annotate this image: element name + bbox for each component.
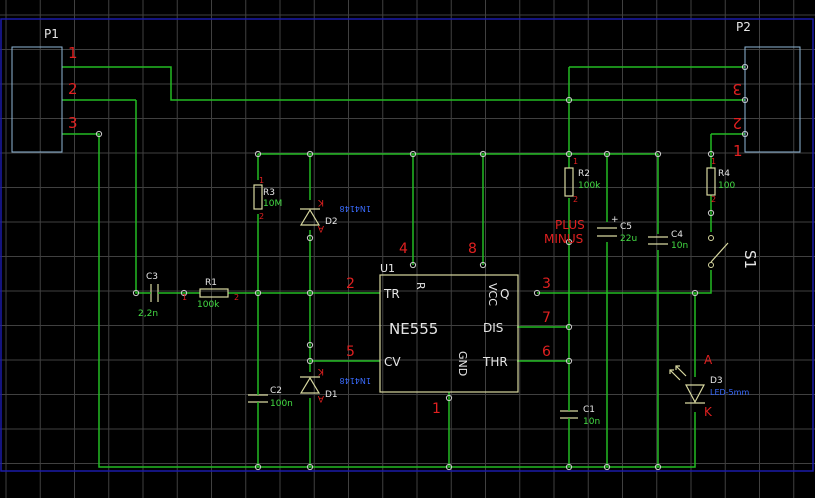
p2-designator: P2 bbox=[736, 20, 751, 34]
net-label-plus: PLUS bbox=[555, 218, 585, 232]
d1-cathode: K bbox=[317, 366, 324, 376]
pin-label-thr: THR bbox=[482, 355, 508, 369]
r1-pin-2: 2 bbox=[234, 293, 239, 302]
resistor-r4[interactable]: R4 100 1 2 bbox=[706, 157, 735, 204]
c1-designator: C1 bbox=[583, 405, 595, 415]
pin-label-vcc: VCC bbox=[486, 283, 499, 306]
r2-pin-2: 2 bbox=[573, 195, 578, 204]
d1-anode: A bbox=[317, 393, 324, 403]
c4-designator: C4 bbox=[671, 230, 683, 240]
p2-pin-1: 1 bbox=[733, 142, 743, 160]
capacitor-c5[interactable]: + C5 22u bbox=[597, 215, 637, 244]
pin-number-dis: 7 bbox=[542, 310, 551, 326]
diode-d2[interactable]: K A D2 1N4148 bbox=[299, 197, 371, 233]
schematic-canvas[interactable]: P1 1 2 3 P2 3 2 1 U1 NE555 TR R VCC Q DI… bbox=[0, 0, 815, 498]
resistor-r1[interactable]: R1 100k 1 2 bbox=[182, 278, 239, 310]
c5-value: 22u bbox=[620, 234, 637, 244]
d3-cathode: K bbox=[704, 405, 713, 419]
r3-value: 10M bbox=[263, 199, 282, 209]
c3-value: 2,2n bbox=[138, 309, 158, 319]
p2-pin-3: 3 bbox=[732, 80, 742, 98]
s1-designator: S1 bbox=[741, 250, 759, 269]
d3-value: LED-5mm bbox=[710, 388, 749, 397]
pin-number-q: 3 bbox=[542, 276, 551, 292]
d2-value: 1N4148 bbox=[340, 204, 371, 213]
capacitor-c2[interactable]: C2 100n bbox=[248, 386, 293, 409]
resistor-r3[interactable]: R3 10M 1 2 bbox=[253, 176, 282, 221]
r2-value: 100k bbox=[578, 181, 601, 191]
r3-pin-1: 1 bbox=[259, 176, 264, 185]
schematic-svg: P1 1 2 3 P2 3 2 1 U1 NE555 TR R VCC Q DI… bbox=[0, 0, 815, 498]
p1-pin-1: 1 bbox=[68, 44, 78, 62]
p1-pin-3: 3 bbox=[68, 114, 78, 132]
r4-pin-2: 2 bbox=[711, 195, 716, 204]
connector-p2[interactable]: P2 3 2 1 bbox=[732, 20, 801, 160]
r1-value: 100k bbox=[197, 300, 220, 310]
c2-value: 100n bbox=[270, 399, 293, 409]
capacitor-c1[interactable]: C1 10n bbox=[560, 402, 600, 427]
pin-label-tr: TR bbox=[383, 287, 400, 301]
r2-pin-1: 1 bbox=[573, 157, 578, 166]
p1-pin-2: 2 bbox=[68, 80, 78, 98]
d1-value: 1N4148 bbox=[340, 376, 371, 385]
u1-name: NE555 bbox=[389, 320, 438, 338]
r3-pin-2: 2 bbox=[259, 212, 264, 221]
r1-designator: R1 bbox=[205, 278, 217, 288]
pin-number-cv: 5 bbox=[346, 344, 355, 360]
pin-label-dis: DIS bbox=[483, 321, 503, 335]
wires bbox=[62, 66, 745, 468]
c1-value: 10n bbox=[583, 417, 600, 427]
r3-designator: R3 bbox=[263, 188, 275, 198]
u1-designator: U1 bbox=[380, 262, 395, 275]
d2-cathode: K bbox=[317, 197, 324, 207]
p2-pin-2: 2 bbox=[732, 114, 742, 132]
d3-designator: D3 bbox=[710, 376, 723, 386]
c5-designator: C5 bbox=[620, 222, 632, 232]
d2-designator: D2 bbox=[325, 217, 338, 227]
pin-number-gnd: 1 bbox=[432, 401, 441, 417]
pin-number-tr: 2 bbox=[346, 276, 355, 292]
junctions bbox=[95, 63, 749, 471]
r4-value: 100 bbox=[718, 181, 735, 191]
d3-anode: A bbox=[704, 353, 713, 367]
d1-designator: D1 bbox=[325, 390, 338, 400]
r1-pin-1: 1 bbox=[182, 293, 187, 302]
led-d3[interactable]: A K D3 LED-5mm bbox=[669, 353, 749, 419]
c5-plus: + bbox=[611, 215, 619, 225]
pin-label-cv: CV bbox=[384, 355, 401, 369]
net-label-minus: MINUS bbox=[544, 232, 583, 246]
capacitor-c3[interactable]: C3 2,2n bbox=[138, 272, 165, 319]
pin-number-thr: 6 bbox=[542, 344, 551, 360]
r4-designator: R4 bbox=[718, 169, 730, 179]
pin-label-r: R bbox=[414, 282, 427, 290]
pin-label-q: Q bbox=[500, 287, 509, 301]
p1-designator: P1 bbox=[44, 27, 59, 41]
c4-value: 10n bbox=[671, 241, 688, 251]
c3-designator: C3 bbox=[146, 272, 158, 282]
c2-designator: C2 bbox=[270, 386, 282, 396]
switch-s1[interactable]: S1 bbox=[708, 235, 760, 270]
capacitor-c4[interactable]: C4 10n bbox=[648, 230, 688, 251]
r2-designator: R2 bbox=[578, 169, 590, 179]
r4-pin-1: 1 bbox=[711, 157, 716, 166]
resistor-r2[interactable]: R2 100k 1 2 bbox=[564, 157, 601, 204]
d2-anode: A bbox=[317, 223, 324, 233]
pin-number-vcc: 8 bbox=[468, 241, 477, 257]
pin-number-r: 4 bbox=[399, 241, 408, 257]
pin-label-gnd: GND bbox=[456, 351, 469, 376]
